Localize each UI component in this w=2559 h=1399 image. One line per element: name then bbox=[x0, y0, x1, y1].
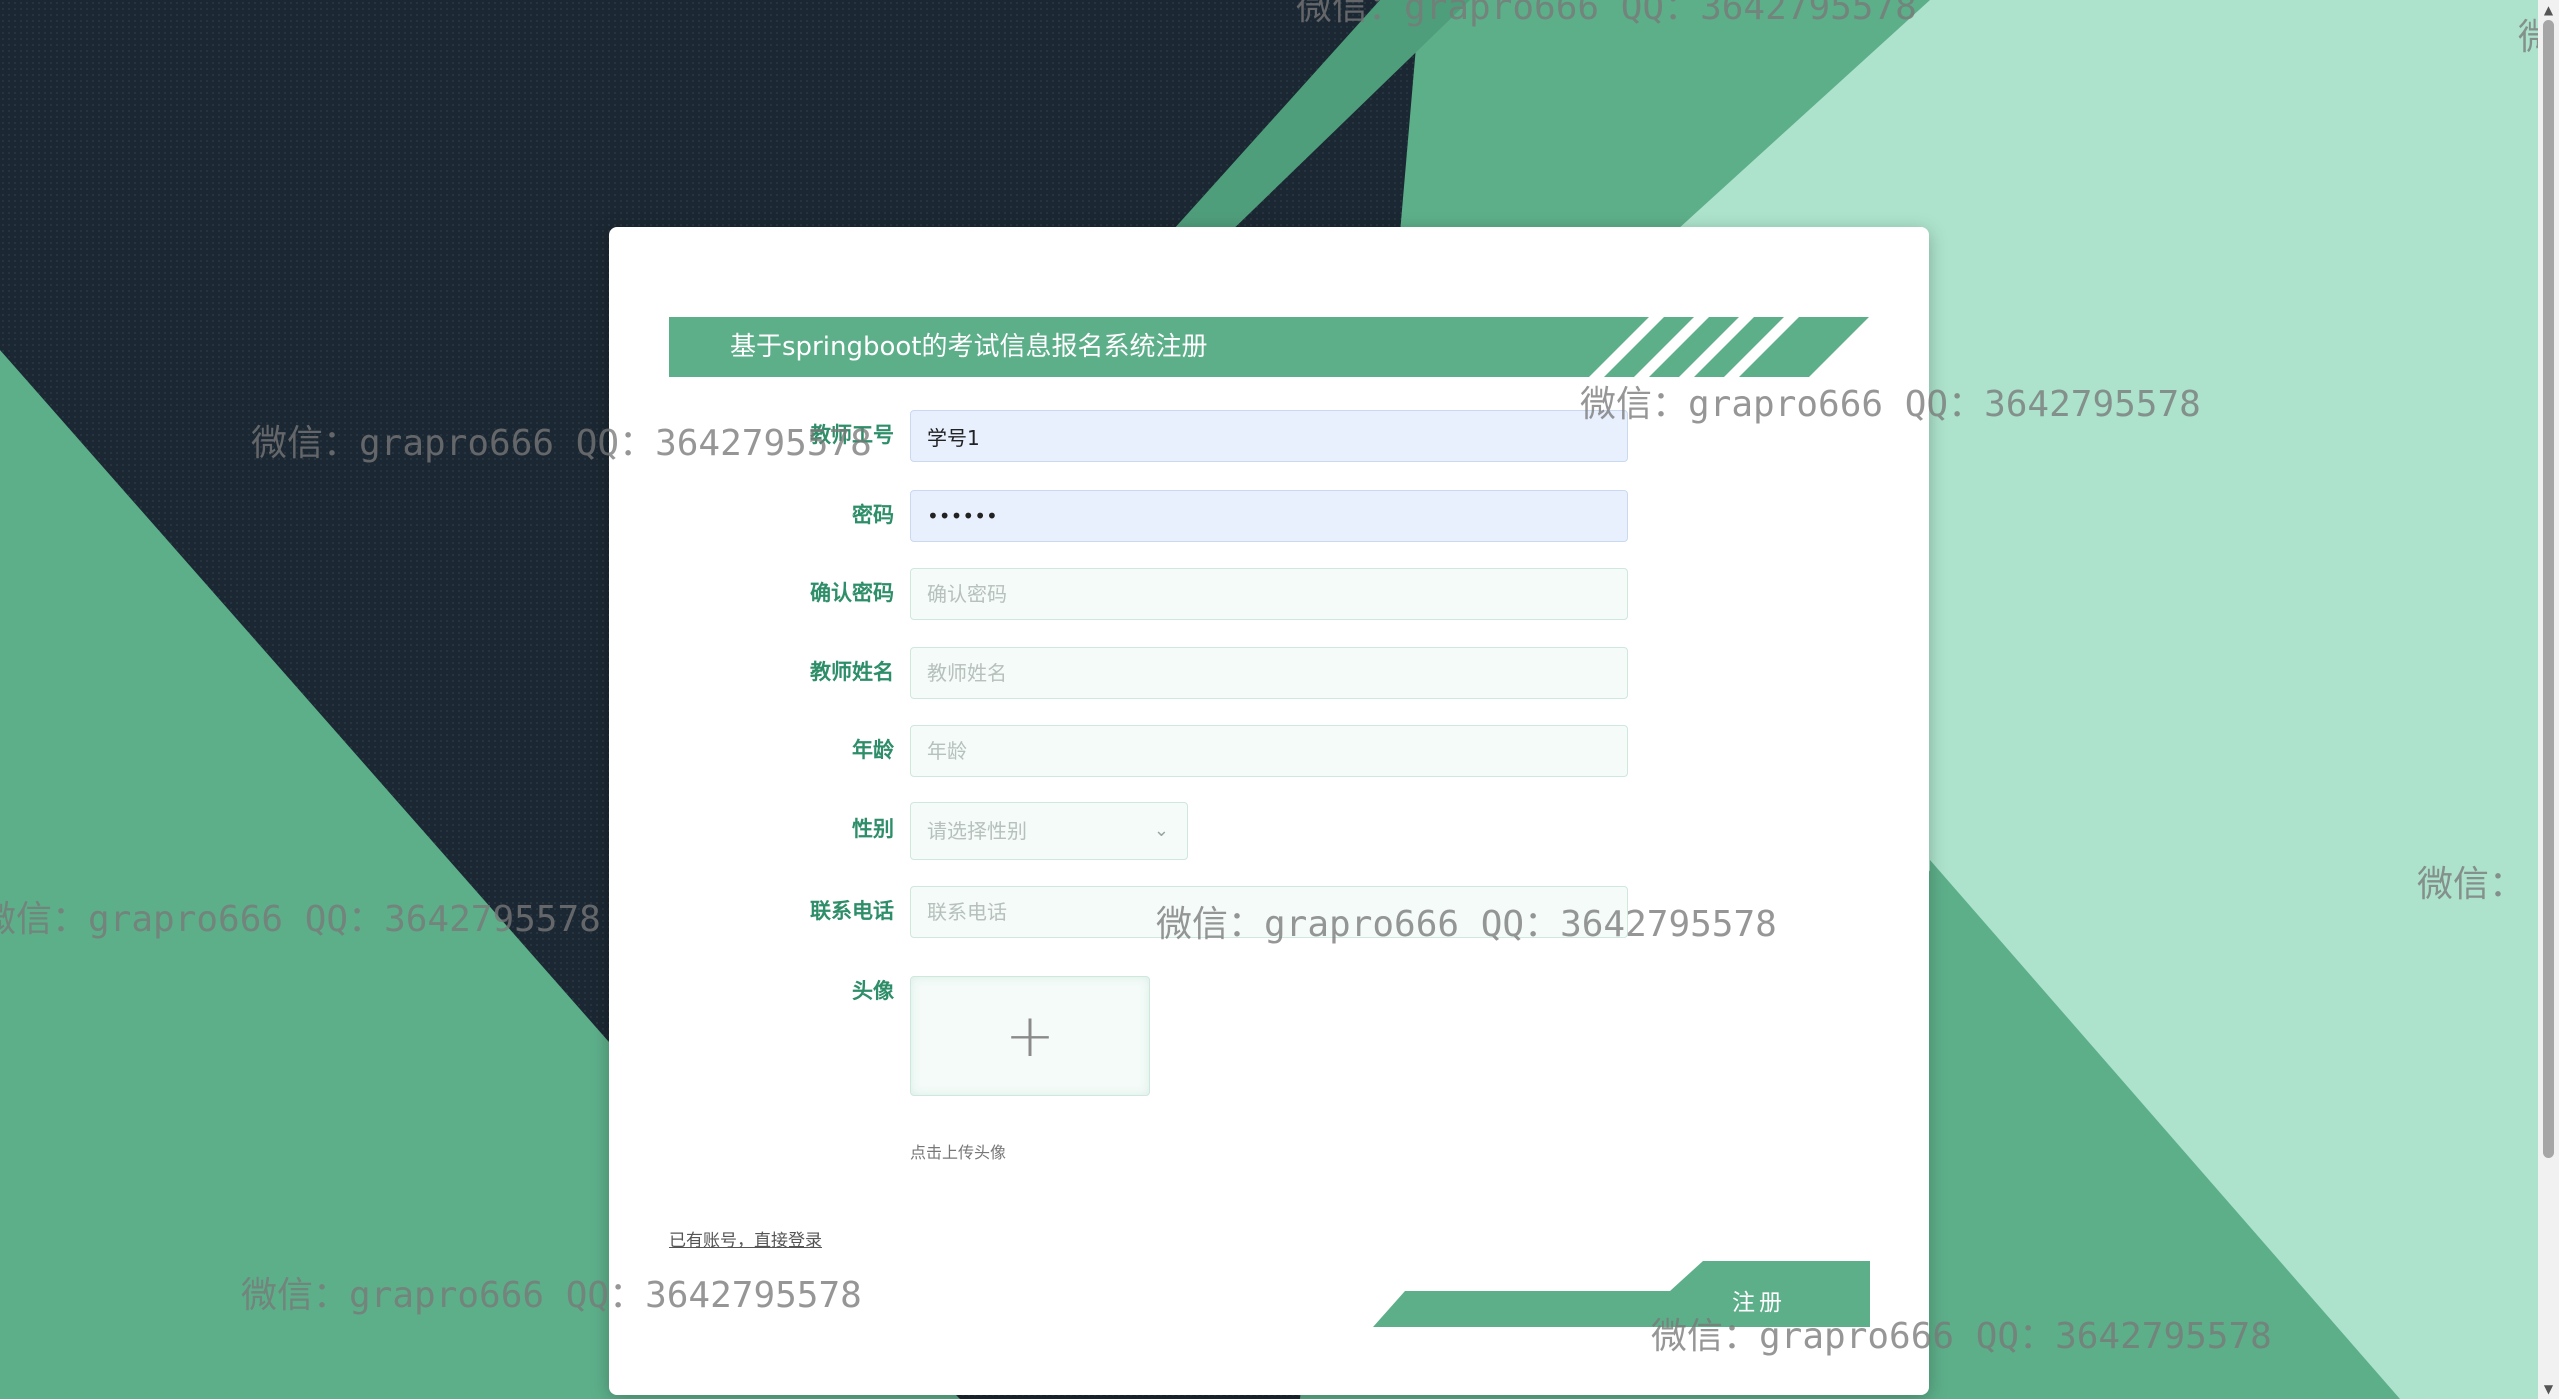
upload-hint: 点击上传头像 bbox=[910, 1143, 1007, 1162]
age-input[interactable] bbox=[910, 725, 1628, 777]
register-button[interactable]: 注册 bbox=[1373, 1261, 1870, 1327]
confirm-password-input[interactable] bbox=[910, 568, 1628, 620]
gender-select-placeholder: 请选择性别 bbox=[927, 819, 1027, 843]
password-label: 密码 bbox=[852, 503, 894, 527]
confirm-password-label: 确认密码 bbox=[810, 581, 894, 605]
form-row-teacher-name: 教师姓名 bbox=[609, 645, 1929, 699]
password-input[interactable] bbox=[910, 490, 1628, 542]
form-row-teacher-id: 教师工号 bbox=[609, 408, 1929, 462]
scroll-up-icon[interactable]: ▲ bbox=[2538, 0, 2559, 20]
form-row-age: 年龄 bbox=[609, 723, 1929, 777]
title-bar: 基于springboot的考试信息报名系统注册 bbox=[669, 317, 1869, 377]
avatar-label: 头像 bbox=[852, 979, 894, 1003]
register-button-label: 注册 bbox=[1732, 1290, 1786, 1316]
form-row-confirm-password: 确认密码 bbox=[609, 566, 1929, 620]
teacher-name-input[interactable] bbox=[910, 647, 1628, 699]
page-stage: 基于springboot的考试信息报名系统注册 教师工号 密码 确认密码 教师姓… bbox=[0, 0, 2559, 1399]
plus-icon: + bbox=[1004, 1001, 1056, 1071]
phone-input[interactable] bbox=[910, 886, 1628, 938]
scroll-down-icon[interactable]: ▼ bbox=[2538, 1379, 2559, 1399]
form-row-gender: 性别 请选择性别 ⌄ bbox=[609, 802, 1929, 860]
login-link[interactable]: 已有账号，直接登录 bbox=[669, 1226, 822, 1251]
phone-label: 联系电话 bbox=[810, 899, 894, 923]
form-row-avatar: 头像 + bbox=[609, 976, 1929, 1106]
avatar-upload[interactable]: + bbox=[910, 976, 1150, 1096]
teacher-name-label: 教师姓名 bbox=[810, 660, 894, 684]
page-title: 基于springboot的考试信息报名系统注册 bbox=[730, 332, 1208, 362]
form-row-password: 密码 bbox=[609, 488, 1929, 542]
chevron-down-icon: ⌄ bbox=[1153, 820, 1169, 841]
teacher-id-input[interactable] bbox=[910, 410, 1628, 462]
teacher-id-label: 教师工号 bbox=[810, 423, 894, 447]
register-card: 基于springboot的考试信息报名系统注册 教师工号 密码 确认密码 教师姓… bbox=[609, 227, 1929, 1395]
gender-label: 性别 bbox=[852, 817, 894, 841]
vertical-scrollbar[interactable]: ▲ ▼ bbox=[2538, 0, 2559, 1399]
form-row-phone: 联系电话 bbox=[609, 884, 1929, 938]
scrollbar-thumb[interactable] bbox=[2543, 20, 2554, 1158]
gender-select[interactable]: 请选择性别 ⌄ bbox=[910, 802, 1188, 860]
age-label: 年龄 bbox=[852, 738, 894, 762]
